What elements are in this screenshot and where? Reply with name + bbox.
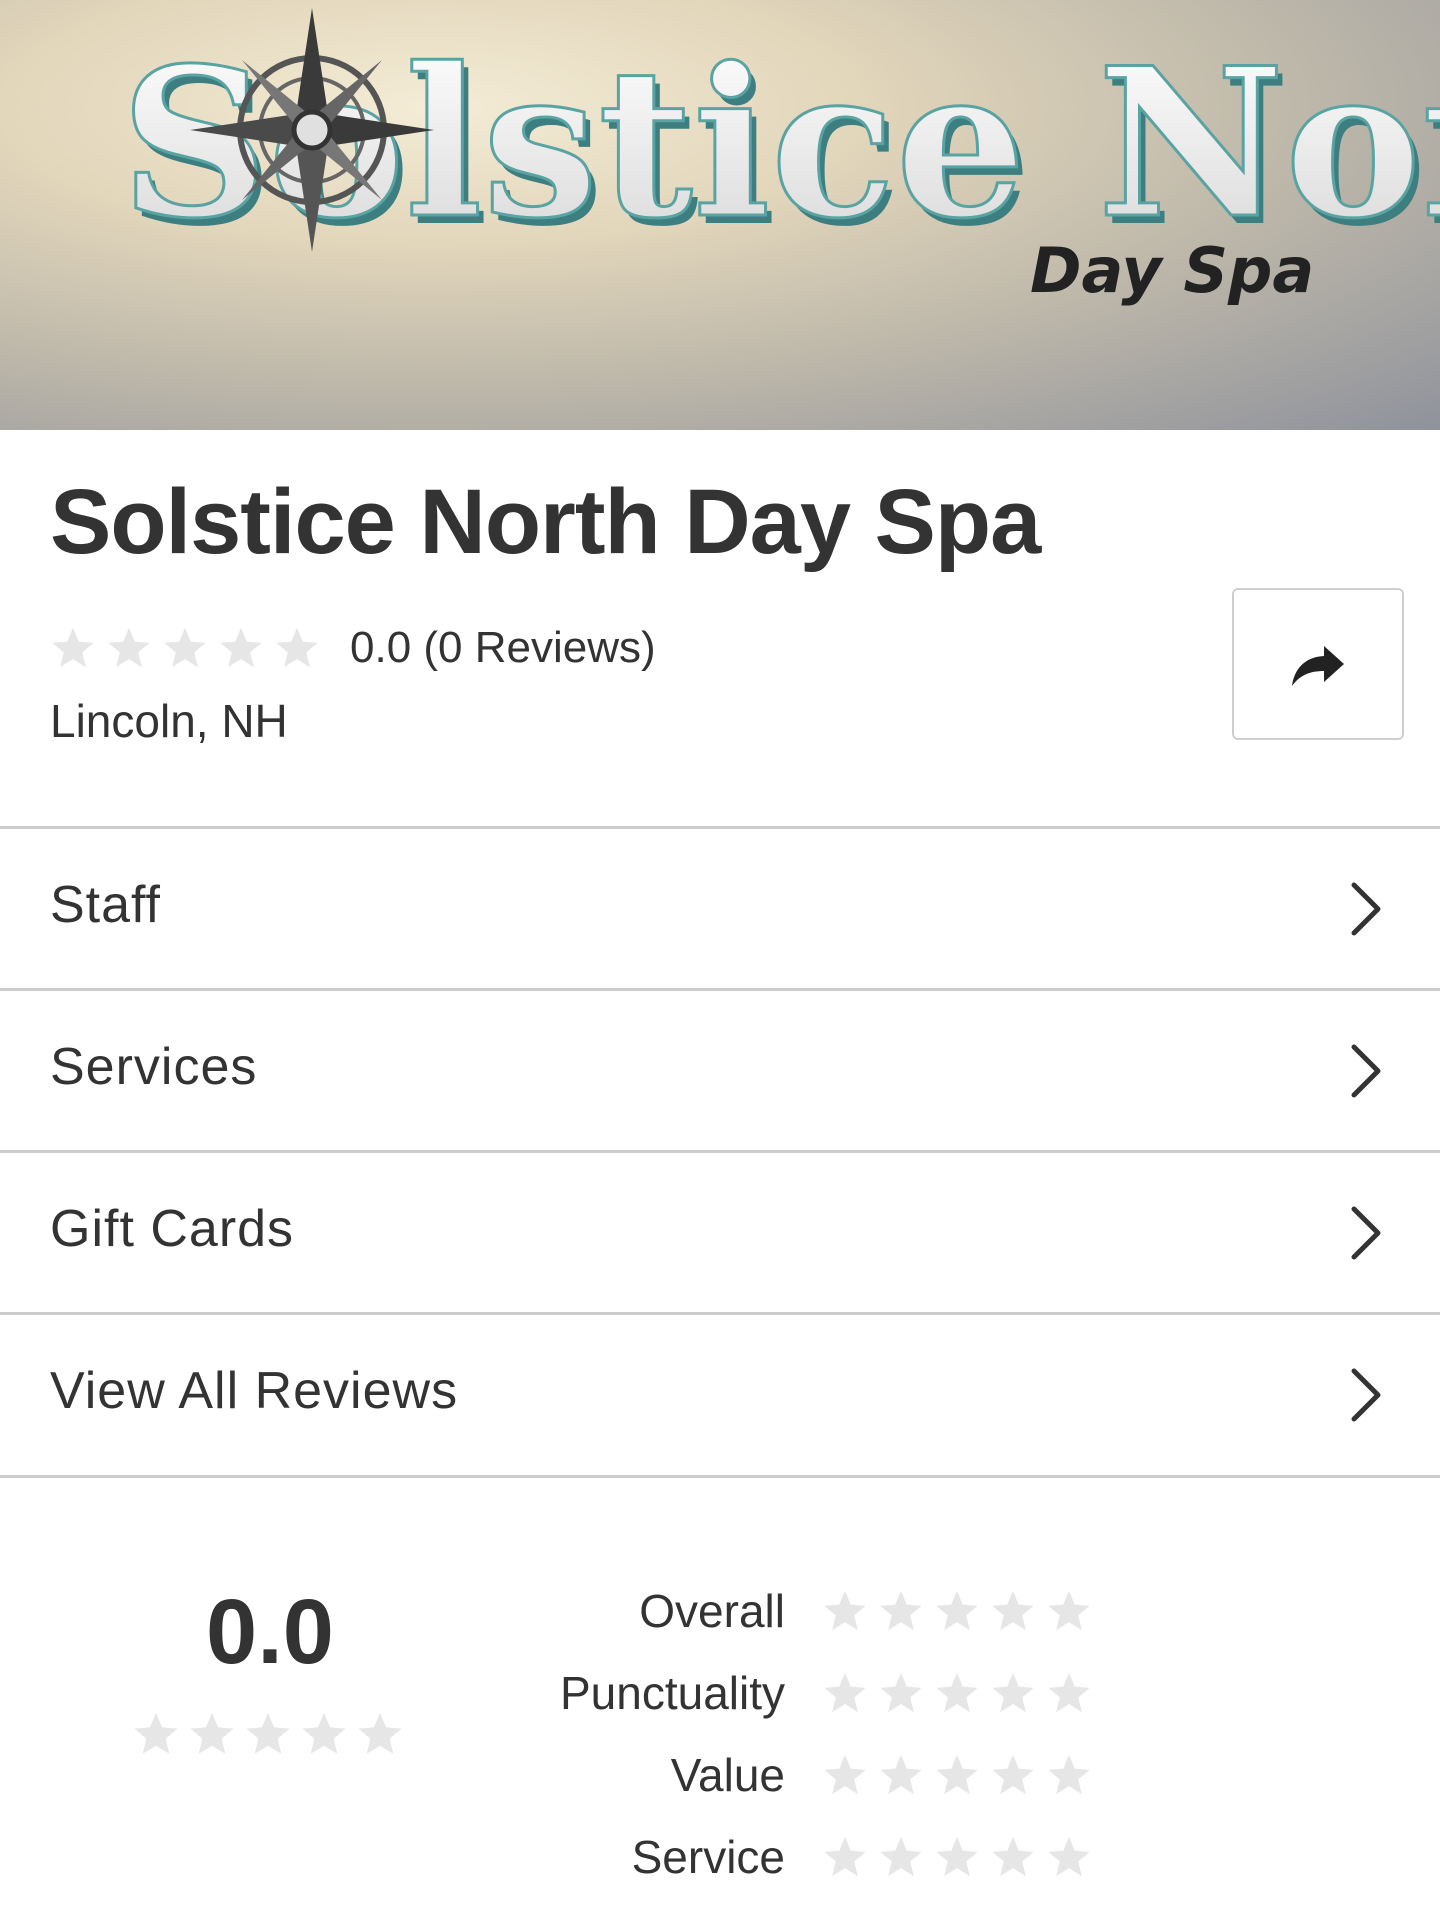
menu-item-label: Services — [50, 1038, 258, 1096]
rating-stars — [50, 625, 330, 671]
menu-item-label: View All Reviews — [50, 1362, 459, 1420]
star-icon — [878, 1834, 924, 1880]
category-label: Overall — [639, 1585, 785, 1637]
category-stars — [822, 1588, 1102, 1634]
category-label: Value — [670, 1749, 785, 1801]
star-icon — [934, 1588, 980, 1634]
chevron-right-icon — [1351, 882, 1381, 936]
category-row-value: Value — [0, 1748, 1440, 1808]
category-row-overall: Overall — [0, 1584, 1440, 1644]
chevron-right-icon — [1351, 1368, 1381, 1422]
rating-text: 0.0 (0 Reviews) — [350, 623, 656, 672]
star-icon — [1046, 1670, 1092, 1716]
category-label: Service — [631, 1831, 785, 1883]
ratings-summary: 0.0 Overall Punctuality Value Service — [0, 1540, 1440, 1920]
star-icon — [990, 1670, 1036, 1716]
menu-item-label: Gift Cards — [50, 1200, 295, 1258]
star-icon — [822, 1752, 868, 1798]
star-icon — [934, 1670, 980, 1716]
chevron-right-icon — [1351, 1206, 1381, 1260]
star-icon — [822, 1670, 868, 1716]
star-icon — [990, 1588, 1036, 1634]
star-icon — [878, 1752, 924, 1798]
star-icon — [990, 1752, 1036, 1798]
star-icon — [274, 625, 320, 671]
star-icon — [878, 1670, 924, 1716]
star-icon — [1046, 1834, 1092, 1880]
star-icon — [822, 1834, 868, 1880]
star-icon — [822, 1588, 868, 1634]
star-icon — [106, 625, 152, 671]
business-location: Lincoln, NH — [50, 695, 288, 747]
category-row-punctuality: Punctuality — [0, 1666, 1440, 1726]
menu-item-gift-cards[interactable]: Gift Cards — [0, 1150, 1440, 1312]
business-menu: Staff Services Gift Cards View All Revie… — [0, 826, 1440, 1478]
category-label: Punctuality — [559, 1667, 785, 1719]
business-name: Solstice North Day Spa — [50, 471, 1041, 573]
star-icon — [1046, 1588, 1092, 1634]
category-stars — [822, 1834, 1102, 1880]
star-icon — [1046, 1752, 1092, 1798]
share-arrow-icon — [1292, 646, 1344, 686]
star-icon — [162, 625, 208, 671]
category-stars — [822, 1752, 1102, 1798]
hero-banner: Solstice North Solstice North Day Spa — [0, 0, 1440, 430]
menu-item-staff[interactable]: Staff — [0, 826, 1440, 988]
star-icon — [990, 1834, 1036, 1880]
star-icon — [50, 625, 96, 671]
star-icon — [934, 1834, 980, 1880]
rating-summary: 0.0 (0 Reviews) — [50, 622, 656, 674]
star-icon — [934, 1752, 980, 1798]
spa-sign-image: Solstice North Solstice North Day Spa — [119, 8, 1440, 307]
menu-item-services[interactable]: Services — [0, 988, 1440, 1150]
svg-text:Day Spa: Day Spa — [1030, 234, 1314, 307]
menu-item-view-all-reviews[interactable]: View All Reviews — [0, 1312, 1440, 1478]
chevron-right-icon — [1351, 1044, 1381, 1098]
star-icon — [878, 1588, 924, 1634]
star-icon — [218, 625, 264, 671]
menu-item-label: Staff — [50, 876, 162, 934]
share-button[interactable] — [1232, 588, 1404, 740]
category-stars — [822, 1670, 1102, 1716]
category-row-service: Service — [0, 1830, 1440, 1890]
